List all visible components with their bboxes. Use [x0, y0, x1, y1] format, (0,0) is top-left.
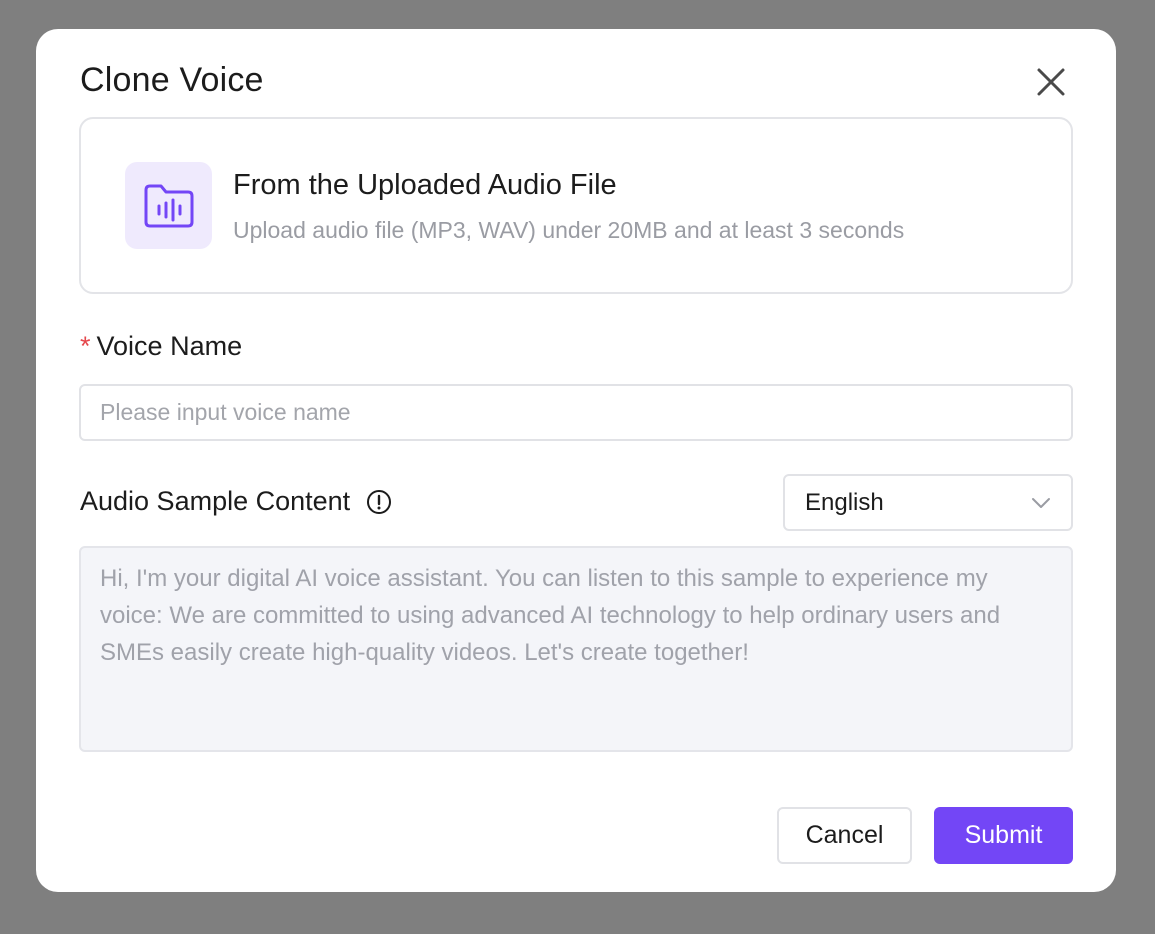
submit-button[interactable]: Submit — [934, 807, 1073, 864]
close-icon — [1036, 67, 1066, 97]
cancel-button[interactable]: Cancel — [777, 807, 912, 864]
required-mark: * — [80, 331, 91, 361]
upload-option-description: Upload audio file (MP3, WAV) under 20MB … — [233, 217, 905, 243]
upload-option-title: From the Uploaded Audio File — [233, 169, 617, 201]
chevron-down-icon — [1031, 497, 1051, 509]
voice-name-label: * Voice Name — [80, 331, 242, 362]
voice-name-input[interactable] — [79, 384, 1073, 441]
close-button[interactable] — [1031, 62, 1071, 102]
audio-folder-icon — [125, 162, 212, 249]
voice-name-label-text: Voice Name — [96, 331, 243, 361]
audio-sample-label: Audio Sample Content — [80, 486, 392, 517]
language-selected-value: English — [805, 488, 884, 516]
audio-sample-label-text: Audio Sample Content — [80, 486, 351, 516]
info-circle-icon[interactable] — [366, 489, 392, 515]
audio-sample-content: Hi, I'm your digital AI voice assistant.… — [79, 546, 1073, 752]
language-select[interactable]: English — [783, 474, 1073, 531]
clone-voice-modal: Clone Voice From the Uploaded Audio File… — [36, 29, 1116, 892]
modal-title: Clone Voice — [80, 61, 264, 99]
upload-audio-file-option[interactable]: From the Uploaded Audio File Upload audi… — [79, 117, 1073, 294]
